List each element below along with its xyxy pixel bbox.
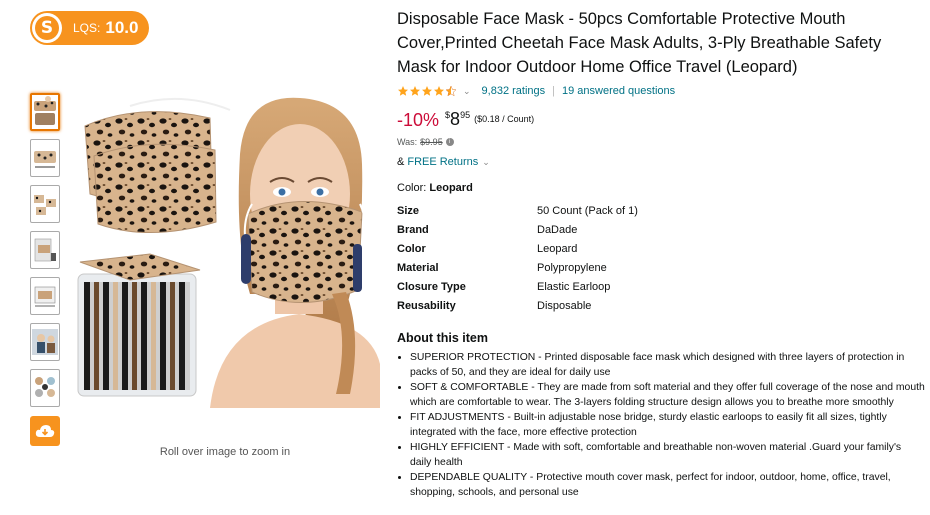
spec-row: Reusability Disposable <box>397 296 925 315</box>
thumbnail-mask-size-chart[interactable] <box>30 277 60 315</box>
lqs-logo-icon: S <box>32 13 62 43</box>
returns-prefix: & <box>397 156 405 168</box>
spec-value: Polypropylene <box>537 261 607 274</box>
price-fraction: 95 <box>460 110 471 120</box>
free-returns[interactable]: & FREE Returns ⌄ <box>397 156 925 168</box>
spec-key: Color <box>397 242 426 255</box>
about-bullets: SUPERIOR PROTECTION - Printed disposable… <box>397 350 925 500</box>
spec-value: 50 Count (Pack of 1) <box>537 204 638 217</box>
lqs-label: LQS: <box>73 21 101 35</box>
questions-link[interactable]: 19 answered questions <box>562 85 675 97</box>
star-icon <box>398 86 408 96</box>
spec-row: Color Leopard <box>397 239 925 258</box>
was-price: $9.95 <box>420 137 443 147</box>
spec-value: Disposable <box>537 299 592 312</box>
list-item: HIGHLY EFFICIENT - Made with soft, comfo… <box>410 440 925 470</box>
spec-key: Material <box>397 261 439 274</box>
thumbnail-mask-collage[interactable] <box>30 369 60 407</box>
about-title: About this item <box>397 331 488 345</box>
color-label: Color: <box>397 182 427 194</box>
spec-row: Material Polypropylene <box>397 258 925 277</box>
star-half-icon <box>445 85 457 97</box>
spec-value: Leopard <box>537 242 578 255</box>
spec-value: Elastic Earloop <box>537 280 611 293</box>
ratings-link[interactable]: 9,832 ratings <box>482 85 546 97</box>
thumbnail-mask-lifestyle[interactable] <box>30 323 60 361</box>
spec-table: Size 50 Count (Pack of 1) Brand DaDade Col… <box>397 201 925 315</box>
thumbnail-mask-pattern[interactable] <box>30 185 60 223</box>
thumbnail-mask-flat[interactable] <box>30 139 60 177</box>
spec-key: Closure Type <box>397 280 466 293</box>
list-item: SOFT & COMFORTABLE - They are made from … <box>410 380 925 410</box>
price-whole: 8 <box>450 109 461 129</box>
list-item: DEPENDABLE QUALITY - Protective mouth co… <box>410 470 925 500</box>
separator: | <box>552 85 556 97</box>
rating-row: ⌄ 9,832 ratings | 19 answered questions <box>397 83 925 99</box>
cloud-download-icon[interactable] <box>30 416 60 446</box>
price-row: -10% $ 8 95 ($0.18 / Count) <box>397 108 925 134</box>
spec-key: Size <box>397 204 420 217</box>
star-icon <box>434 86 444 96</box>
star-icon <box>410 86 420 96</box>
spec-row: Size 50 Count (Pack of 1) <box>397 201 925 220</box>
spec-value: DaDade <box>537 223 578 236</box>
list-item: FIT ADJUSTMENTS - Built-in adjustable no… <box>410 410 925 440</box>
spec-row: Closure Type Elastic Earloop <box>397 277 925 296</box>
spec-key: Reusability <box>397 299 456 312</box>
thumbnail-mask-stack[interactable] <box>30 93 60 131</box>
returns-link[interactable]: FREE Returns <box>407 156 478 168</box>
color-value: Leopard <box>429 182 473 194</box>
product-details: Disposable Face Mask - 50pcs Comfortable… <box>397 7 925 500</box>
was-price-row: Was: $9.95 i <box>397 137 925 147</box>
star-icon <box>422 86 432 96</box>
lqs-badge[interactable]: S LQS: 10.0 <box>30 11 149 45</box>
main-product-image[interactable] <box>70 94 380 408</box>
star-rating[interactable] <box>397 85 457 97</box>
list-item: SUPERIOR PROTECTION - Printed disposable… <box>410 350 925 380</box>
chevron-down-icon[interactable]: ⌄ <box>482 157 490 168</box>
price-per-unit: ($0.18 / Count) <box>474 114 535 124</box>
spec-row: Brand DaDade <box>397 220 925 239</box>
discount-percent: -10% <box>397 110 440 130</box>
info-icon[interactable]: i <box>445 138 454 146</box>
thumbnail-mask-box[interactable] <box>30 231 60 269</box>
thumbnail-list <box>30 93 60 415</box>
zoom-hint: Roll over image to zoom in <box>159 446 291 458</box>
product-title: Disposable Face Mask - 50pcs Comfortable… <box>397 10 882 76</box>
chevron-down-icon[interactable]: ⌄ <box>463 86 471 97</box>
lqs-score: 10.0 <box>105 18 139 37</box>
price: $ 8 95 <box>445 108 470 130</box>
spec-key: Brand <box>397 223 429 236</box>
was-label: Was: <box>397 137 418 147</box>
color-selection: Color: Leopard <box>397 182 925 194</box>
